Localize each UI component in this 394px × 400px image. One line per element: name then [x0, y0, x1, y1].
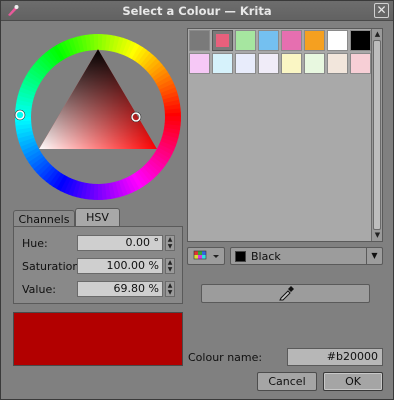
current-color-swatch — [13, 312, 183, 366]
palette-selected-label: Black — [251, 250, 281, 263]
palette-swatch[interactable] — [281, 53, 302, 74]
palette-swatch[interactable] — [304, 30, 325, 51]
ok-button[interactable]: OK — [323, 372, 383, 391]
palette-swatch[interactable] — [235, 53, 256, 74]
palette-swatch[interactable] — [350, 53, 371, 74]
palette-swatch[interactable] — [212, 30, 233, 51]
eyedropper-icon — [279, 286, 294, 301]
saturation-stepper[interactable]: ▲ ▼ — [165, 258, 175, 274]
tab-hsv[interactable]: HSV — [75, 208, 120, 227]
palette-grid: ▲ ▼ — [187, 28, 383, 242]
colour-name-label: Colour name: — [188, 351, 263, 364]
palette-swatch[interactable] — [189, 30, 210, 51]
chevron-down-icon[interactable]: ▼ — [366, 248, 382, 264]
value-label: Value: — [22, 283, 56, 296]
hue-input[interactable]: 0.00 ° — [77, 235, 163, 251]
window-title: Select a Colour — Krita — [122, 4, 272, 18]
tab-channels[interactable]: Channels — [13, 210, 75, 227]
scroll-up-icon[interactable]: ▲ — [373, 30, 382, 39]
palette-swatch[interactable] — [281, 30, 302, 51]
palette-swatch[interactable] — [235, 30, 256, 51]
palette-swatch[interactable] — [350, 30, 371, 51]
close-icon: ✕ — [376, 3, 387, 17]
value-input[interactable]: 69.80 % — [77, 281, 163, 297]
palette-color-chip — [235, 251, 246, 262]
hue-label: Hue: — [22, 237, 48, 250]
palette-swatch[interactable] — [327, 53, 348, 74]
title-bar: Select a Colour — Krita ✕ — [1, 1, 393, 21]
saturation-input[interactable]: 100.00 % — [77, 258, 163, 274]
colour-name-input[interactable]: #b20000 — [287, 348, 383, 366]
palette-swatch[interactable] — [304, 53, 325, 74]
color-dialog: Select a Colour — Krita ✕ Channels HSV H… — [0, 0, 394, 400]
hsv-panel: Hue: 0.00 ° ▲ ▼ Saturation: 100.00 % ▲ ▼ V… — [13, 226, 183, 304]
palette-menu-button[interactable] — [187, 247, 225, 265]
palette-swatch[interactable] — [212, 53, 233, 74]
cancel-button[interactable]: Cancel — [257, 372, 317, 391]
palette-swatch[interactable] — [189, 53, 210, 74]
scroll-down-icon[interactable]: ▼ — [373, 231, 382, 240]
palette-scrollbar[interactable]: ▲ ▼ — [371, 29, 382, 241]
palette-swatch[interactable] — [258, 53, 279, 74]
value-stepper[interactable]: ▲ ▼ — [165, 281, 175, 297]
hue-stepper[interactable]: ▲ ▼ — [165, 235, 175, 251]
color-selector[interactable] — [13, 32, 183, 202]
palette-swatch[interactable] — [327, 30, 348, 51]
palette-selector[interactable]: Black ▼ — [230, 247, 383, 265]
close-button[interactable]: ✕ — [374, 3, 389, 18]
palette-icon — [193, 250, 219, 260]
screen-picker-button[interactable] — [201, 284, 370, 303]
dropdown-arrow-icon — [213, 255, 219, 258]
saturation-label: Saturation: — [22, 260, 84, 273]
scroll-thumb[interactable] — [373, 40, 381, 230]
palette-swatch[interactable] — [258, 30, 279, 51]
